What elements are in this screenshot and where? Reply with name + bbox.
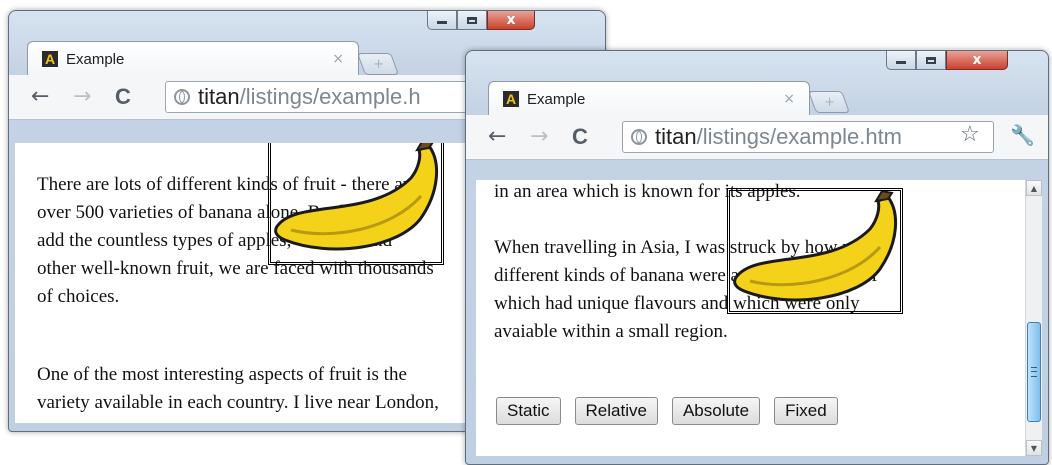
forward-arrow-icon[interactable]: →: [73, 84, 91, 109]
fixed-button[interactable]: Fixed: [774, 397, 838, 425]
tab-title: Example: [66, 50, 125, 68]
plus-icon: +: [823, 94, 835, 110]
url-text: titan/listings/example.htm: [655, 124, 903, 149]
close-window-button[interactable]: x: [487, 11, 535, 30]
close-window-button[interactable]: x: [946, 51, 1008, 70]
favicon-icon: A: [503, 91, 519, 107]
absolute-button[interactable]: Absolute: [671, 397, 761, 425]
vertical-scrollbar[interactable]: ▲ ▼: [1025, 180, 1042, 456]
minimize-icon: [896, 61, 906, 64]
tab-title: Example: [527, 90, 586, 108]
minimize-icon: [437, 21, 447, 24]
close-icon: x: [506, 12, 516, 28]
scroll-up-arrow-icon[interactable]: ▲: [1026, 180, 1042, 196]
grip-icon: [1031, 367, 1037, 377]
position-buttons: Static Relative Absolute Fixed: [496, 397, 838, 425]
minimize-button[interactable]: [886, 51, 916, 70]
paragraph-2: One of the most interesting aspects of f…: [37, 364, 439, 413]
forward-arrow-icon[interactable]: →: [530, 124, 548, 149]
scrollbar-thumb[interactable]: [1027, 322, 1041, 422]
back-arrow-icon[interactable]: ←: [31, 84, 49, 109]
maximize-icon: [926, 56, 936, 64]
reload-icon[interactable]: C: [115, 84, 131, 110]
new-tab-button[interactable]: +: [356, 53, 400, 75]
banana-image: [268, 143, 444, 265]
new-tab-button[interactable]: +: [807, 91, 851, 113]
window-caption-buttons: x: [886, 51, 1008, 70]
browser-toolbar: ← → C titan/listings/example.htm ☆ 🔧: [466, 115, 1048, 160]
minimize-button[interactable]: [427, 11, 457, 30]
url-text: titan/listings/example.h: [198, 84, 421, 109]
page-content: in an area which is known for its apples…: [476, 180, 1026, 456]
maximize-button[interactable]: [916, 51, 946, 70]
wrench-menu-icon[interactable]: 🔧: [1010, 123, 1035, 147]
banana-image: [727, 188, 903, 314]
close-icon: x: [972, 52, 982, 68]
globe-icon: [631, 129, 647, 145]
static-button[interactable]: Static: [496, 397, 561, 425]
address-bar[interactable]: titan/listings/example.htm: [622, 121, 994, 153]
scroll-down-arrow-icon[interactable]: ▼: [1026, 440, 1042, 456]
bookmark-star-icon[interactable]: ☆: [960, 122, 980, 147]
reload-icon[interactable]: C: [572, 124, 588, 150]
relative-button[interactable]: Relative: [574, 397, 658, 425]
globe-icon: [174, 89, 190, 105]
tab-example[interactable]: A Example ×: [488, 81, 810, 116]
browser-window-front: x A Example × + ← → C titan/listings/exa…: [465, 50, 1049, 465]
favicon-icon: A: [42, 51, 58, 67]
maximize-button[interactable]: [457, 11, 487, 30]
tab-example[interactable]: A Example ×: [27, 41, 359, 76]
tab-close-icon[interactable]: ×: [332, 51, 344, 67]
back-arrow-icon[interactable]: ←: [488, 124, 506, 149]
plus-icon: +: [372, 56, 384, 72]
window-caption-buttons: x: [427, 11, 535, 30]
tab-close-icon[interactable]: ×: [783, 91, 795, 107]
maximize-icon: [467, 16, 477, 24]
